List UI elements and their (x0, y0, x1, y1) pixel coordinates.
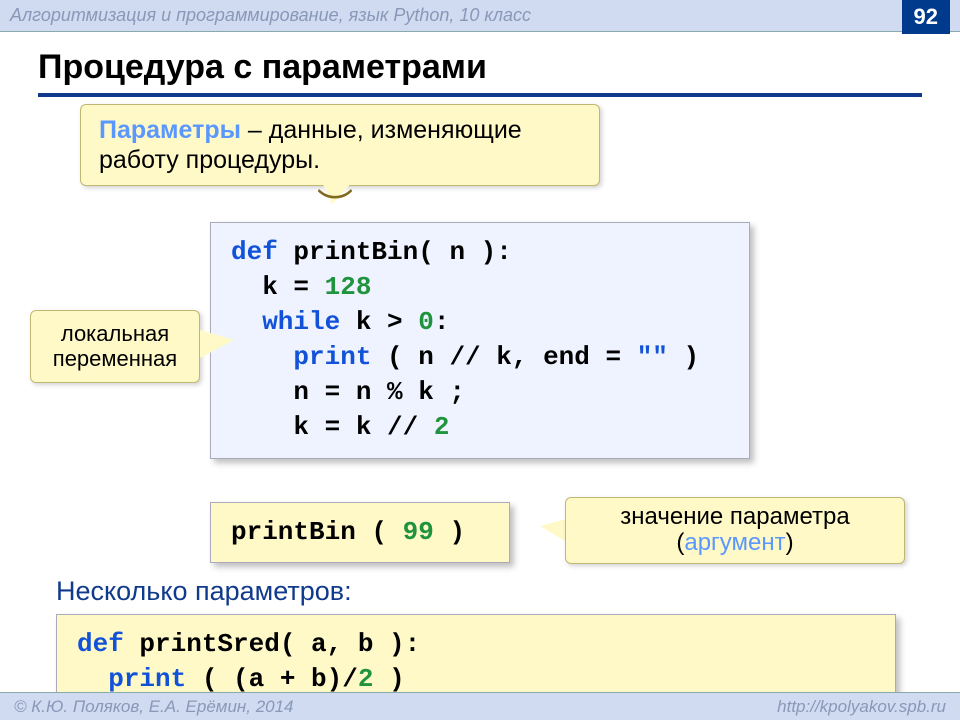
slide-footer: © К.Ю. Поляков, Е.А. Ерёмин, 2014 http:/… (0, 692, 960, 720)
code-text: k = k // (231, 412, 434, 442)
callout-argument-line1: значение параметра (620, 503, 849, 530)
code-text: k = (231, 272, 325, 302)
parameters-brace-icon: ︶ (292, 196, 372, 220)
callout-local-var: локальная переменная (30, 310, 200, 383)
code-text: ) (434, 517, 465, 547)
num-literal: 128 (325, 272, 372, 302)
header-title: Алгоритмизация и программирование, язык … (10, 5, 531, 26)
kw-print: print (293, 342, 371, 372)
num-literal: 2 (434, 412, 450, 442)
footer-left: © К.Ю. Поляков, Е.А. Ерёмин, 2014 (14, 697, 294, 717)
code-text: k > (340, 307, 418, 337)
code-text: : (434, 307, 450, 337)
code-text: printSred( a, b ): (124, 629, 420, 659)
code-text: n = n % k ; (231, 377, 465, 407)
kw-def: def (77, 629, 124, 659)
callout-argument: значение параметра (аргумент) (565, 497, 905, 564)
callout-parameters-term: Параметры (99, 116, 241, 144)
callout-argument-term: аргумент (684, 529, 785, 556)
kw-while: while (231, 307, 340, 337)
kw-print: print (108, 664, 186, 694)
code-text: ) (373, 664, 404, 694)
callout-local-var-line1: локальная (61, 321, 169, 346)
slide-header: Алгоритмизация и программирование, язык … (0, 0, 960, 32)
code-text (77, 664, 108, 694)
num-literal: 2 (358, 664, 374, 694)
callout-local-var-line2: переменная (53, 346, 177, 371)
code-text: printBin( n ): (278, 237, 512, 267)
code-text: printBin ( (231, 517, 403, 547)
code-text: ) (668, 342, 699, 372)
kw-def: def (231, 237, 278, 267)
footer-right: http://kpolyakov.spb.ru (777, 697, 946, 717)
code-main: def printBin( n ): k = 128 while k > 0: … (210, 222, 750, 459)
code-text (231, 342, 293, 372)
code-text: ( (a + b)/ (186, 664, 358, 694)
callout-argument-close: ) (786, 529, 794, 556)
num-literal: 99 (403, 517, 434, 547)
page-number: 92 (902, 0, 950, 34)
callout-parameters: Параметры – данные, изменяющие работу пр… (80, 104, 600, 186)
heading-underline (38, 93, 922, 97)
page-heading: Процедура с параметрами (38, 48, 487, 87)
code-text: ( n // k, end = (371, 342, 636, 372)
sub-heading: Несколько параметров: (56, 576, 352, 607)
callout-local-var-tail (200, 330, 234, 358)
num-literal: 0 (418, 307, 434, 337)
str-literal: "" (637, 342, 668, 372)
code-call: printBin ( 99 ) (210, 502, 510, 563)
